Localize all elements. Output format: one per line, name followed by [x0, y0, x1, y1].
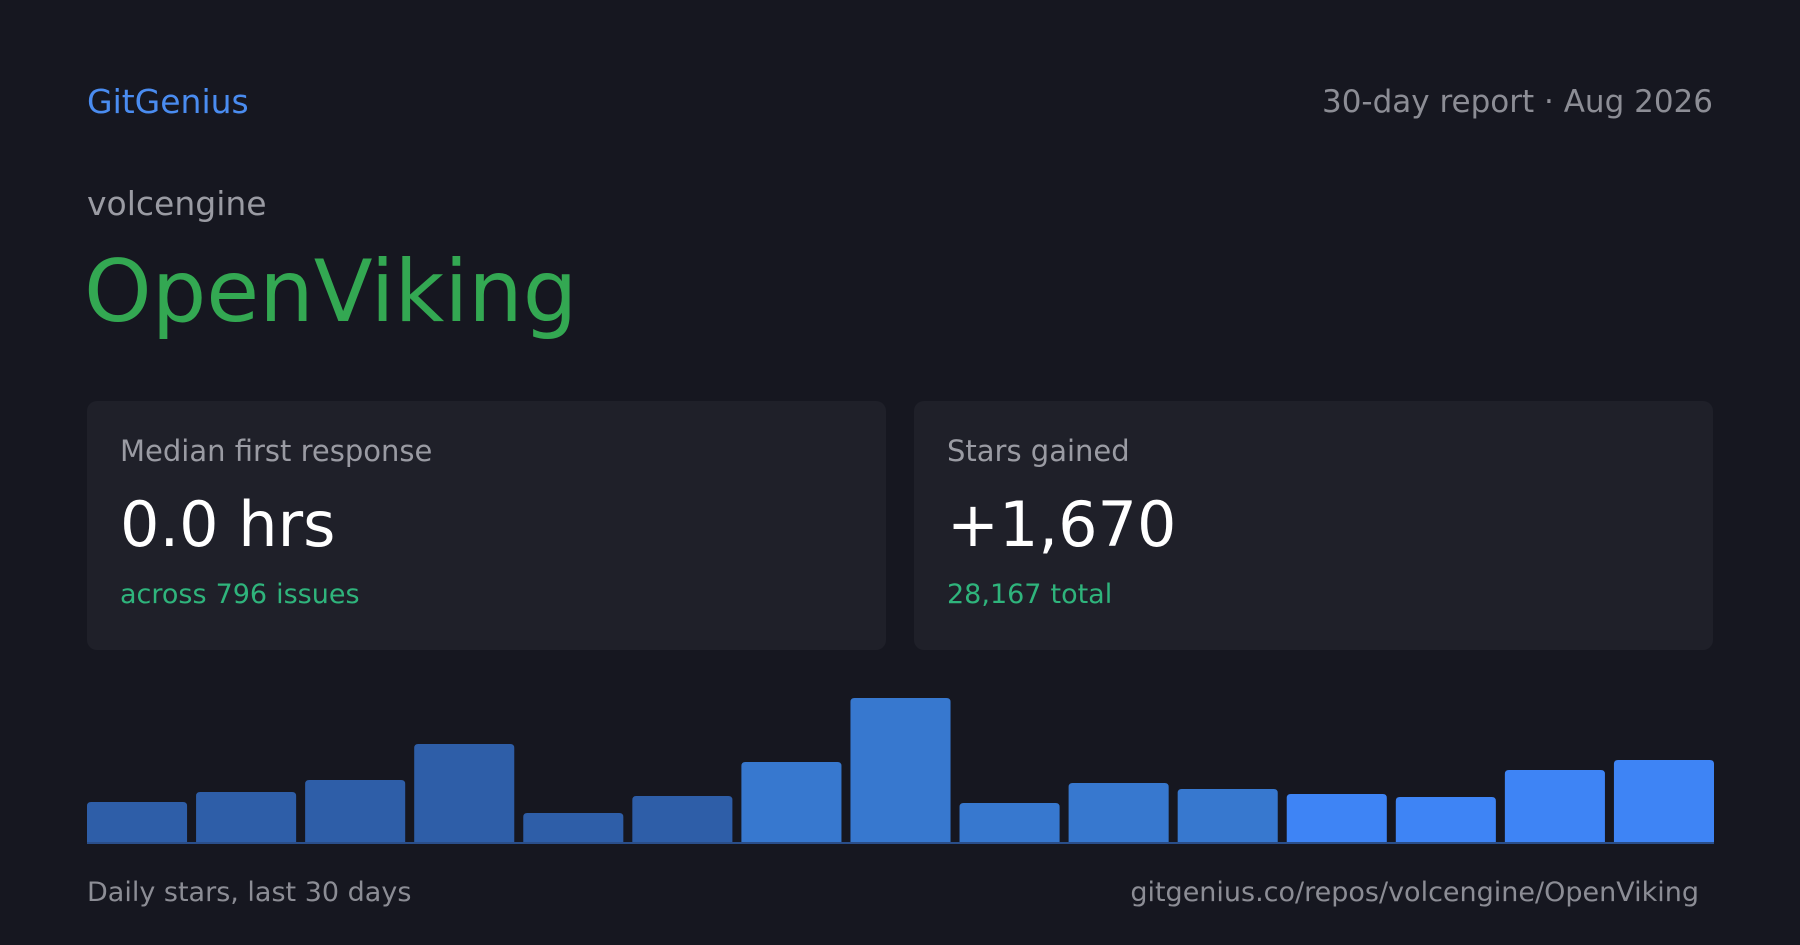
- repo-name[interactable]: OpenViking: [84, 240, 577, 344]
- stars-total-subtext: 28,167 total: [947, 577, 1680, 613]
- daily-stars-bar: [1395, 797, 1496, 842]
- issues-suffix: issues: [276, 579, 360, 610]
- median-response-subtext: across 796 issues: [120, 577, 853, 613]
- daily-stars-bar: [523, 813, 624, 842]
- daily-stars-bar: [305, 780, 406, 842]
- daily-stars-bar: [1068, 783, 1169, 842]
- repo-owner[interactable]: volcengine: [87, 182, 267, 226]
- median-response-card: Median first response 0.0 hrs across 796 i…: [87, 401, 886, 650]
- daily-stars-bar: [87, 802, 188, 842]
- daily-stars-bar: [1504, 770, 1605, 842]
- median-response-label: Median first response: [120, 434, 433, 468]
- daily-stars-bar: [196, 792, 297, 842]
- stars-total-count: 28,167: [947, 579, 1042, 610]
- repo-url[interactable]: gitgenius.co/repos/volcengine/OpenViking: [1130, 873, 1699, 913]
- daily-stars-bar: [959, 803, 1060, 842]
- issues-count: 796: [215, 579, 268, 610]
- daily-stars-bar: [1177, 789, 1278, 842]
- daily-stars-bar: [1286, 794, 1387, 842]
- daily-stars-bar: [1613, 760, 1714, 842]
- stars-gained-card: Stars gained +1,670 28,167 total: [914, 401, 1713, 650]
- report-period: 30-day report · Aug 2026: [1321, 84, 1713, 120]
- issues-prefix: across: [120, 579, 207, 610]
- median-response-value: 0.0 hrs: [120, 488, 336, 561]
- daily-stars-bar: [741, 762, 842, 842]
- brand-logo[interactable]: GitGenius: [87, 80, 249, 124]
- stars-gained-label: Stars gained: [947, 434, 1130, 468]
- daily-stars-chart: [87, 698, 1714, 844]
- chart-baseline: [87, 842, 1714, 844]
- stars-total-suffix: total: [1050, 579, 1113, 610]
- stars-gained-value: +1,670: [947, 488, 1177, 561]
- daily-stars-bar: [632, 796, 733, 842]
- daily-stars-bar: [850, 698, 951, 842]
- chart-caption: Daily stars, last 30 days: [87, 877, 412, 908]
- daily-stars-bar: [414, 744, 515, 842]
